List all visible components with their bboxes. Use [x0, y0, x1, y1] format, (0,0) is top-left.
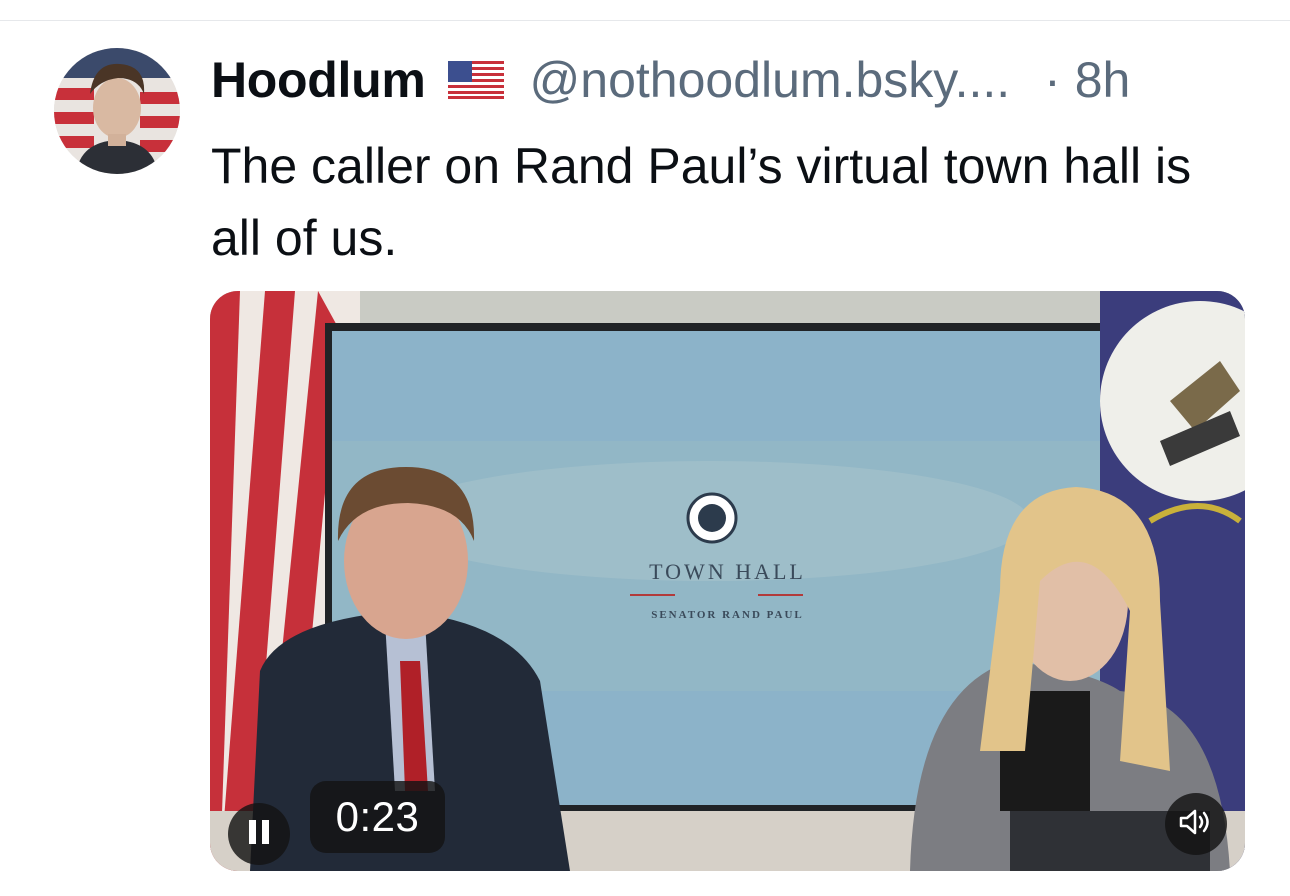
speaker-icon — [1178, 807, 1214, 842]
pause-icon — [246, 817, 272, 852]
screen-title: TOWN HALL — [649, 559, 806, 584]
screen-subtitle: SENATOR RAND PAUL — [651, 609, 804, 621]
avatar[interactable] — [54, 48, 180, 174]
avatar-image — [54, 48, 180, 174]
video-timestamp: 0:23 — [310, 781, 445, 853]
pause-button[interactable] — [228, 803, 290, 865]
post-header: Hoodlum @nothoodlum.bsky.... · 8h — [211, 50, 1251, 110]
us-flag-icon — [447, 61, 504, 99]
post-timestamp[interactable]: · 8h — [1044, 51, 1130, 109]
volume-button[interactable] — [1165, 793, 1227, 855]
author-handle[interactable]: @nothoodlum.bsky.... — [530, 51, 1011, 109]
author-name[interactable]: Hoodlum — [211, 51, 426, 109]
video-player[interactable]: TOWN HALL SENATOR RAND PAUL 0:23 — [210, 291, 1245, 871]
top-divider — [0, 20, 1290, 21]
post-text: The caller on Rand Paul’s virtual town h… — [211, 138, 1192, 266]
